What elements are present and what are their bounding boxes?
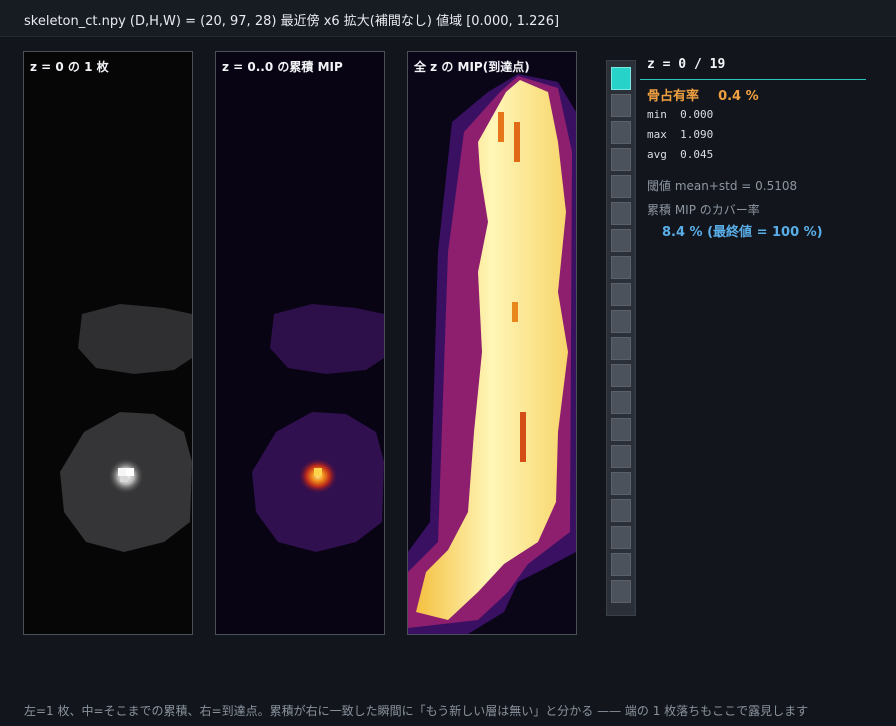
- z-slice-cell[interactable]: [611, 121, 631, 144]
- z-slice-cell[interactable]: [611, 67, 631, 90]
- max-stat: max 1.090: [647, 128, 713, 141]
- z-slice-cell[interactable]: [611, 364, 631, 387]
- single-slice-panel: z = 0 の 1 枚: [23, 51, 193, 635]
- z-slice-cell[interactable]: [611, 256, 631, 279]
- z-slice-cell[interactable]: [611, 337, 631, 360]
- z-index-readout: z = 0 / 19: [640, 57, 866, 80]
- title-bar: skeleton_ct.npy (D,H,W) = (20, 97, 28) 最…: [0, 0, 896, 37]
- z-slice-cell[interactable]: [611, 175, 631, 198]
- z-slice-cell[interactable]: [611, 472, 631, 495]
- cumulative-mip-label: z = 0..0 の累積 MIP: [222, 60, 343, 74]
- bone-ratio-value: 0.4 %: [718, 89, 759, 104]
- z-slice-cell[interactable]: [611, 445, 631, 468]
- bone-ratio-label: 骨占有率: [647, 89, 700, 104]
- min-value: 0.000: [680, 108, 714, 121]
- upper-mip-blob: [270, 304, 384, 374]
- z-slice-cell[interactable]: [611, 148, 631, 171]
- max-label: max: [647, 128, 667, 141]
- coverage-label: 累積 MIP のカバー率: [647, 203, 760, 217]
- full-mip-panel: 全 z の MIP(到達点): [407, 51, 577, 635]
- avg-stat: avg 0.045: [647, 148, 713, 161]
- z-slice-cell[interactable]: [611, 580, 631, 603]
- info-panel: z = 0 / 19 骨占有率 0.4 % min 0.000 max 1.09…: [640, 57, 866, 240]
- z-slice-slider[interactable]: [606, 60, 636, 616]
- threshold-readout: 閾値 mean+std = 0.5108: [647, 179, 798, 193]
- z-slice-cell[interactable]: [611, 418, 631, 441]
- coverage-value: 8.4 % (最終値 = 100 %): [662, 225, 823, 240]
- z-slice-cell[interactable]: [611, 553, 631, 576]
- cumulative-mip-image: [216, 52, 384, 634]
- single-slice-label: z = 0 の 1 枚: [30, 60, 109, 74]
- z-slice-cell[interactable]: [611, 202, 631, 225]
- cumulative-mip-panel: z = 0..0 の累積 MIP: [215, 51, 385, 635]
- single-slice-image: [24, 52, 192, 634]
- min-label: min: [647, 108, 667, 121]
- z-slice-cell[interactable]: [611, 310, 631, 333]
- full-mip-image: [408, 52, 576, 634]
- max-value: 1.090: [680, 128, 714, 141]
- upper-tissue-blob: [78, 304, 192, 374]
- file-info-title: skeleton_ct.npy (D,H,W) = (20, 97, 28) 最…: [24, 14, 560, 29]
- min-stat: min 0.000: [647, 108, 713, 121]
- avg-label: avg: [647, 148, 667, 161]
- footer-note: 左=1 枚、中=そこまでの累積、右=到達点。累積が右に一致した瞬間に「もう新しい…: [24, 704, 809, 718]
- z-slice-cell[interactable]: [611, 94, 631, 117]
- z-slice-cell[interactable]: [611, 229, 631, 252]
- z-slice-cell[interactable]: [611, 283, 631, 306]
- avg-value: 0.045: [680, 148, 714, 161]
- z-slice-cell[interactable]: [611, 499, 631, 522]
- bone-ratio: 骨占有率 0.4 %: [647, 85, 759, 104]
- z-slice-cell[interactable]: [611, 526, 631, 549]
- full-mip-label: 全 z の MIP(到達点): [414, 60, 530, 74]
- z-slice-cell[interactable]: [611, 391, 631, 414]
